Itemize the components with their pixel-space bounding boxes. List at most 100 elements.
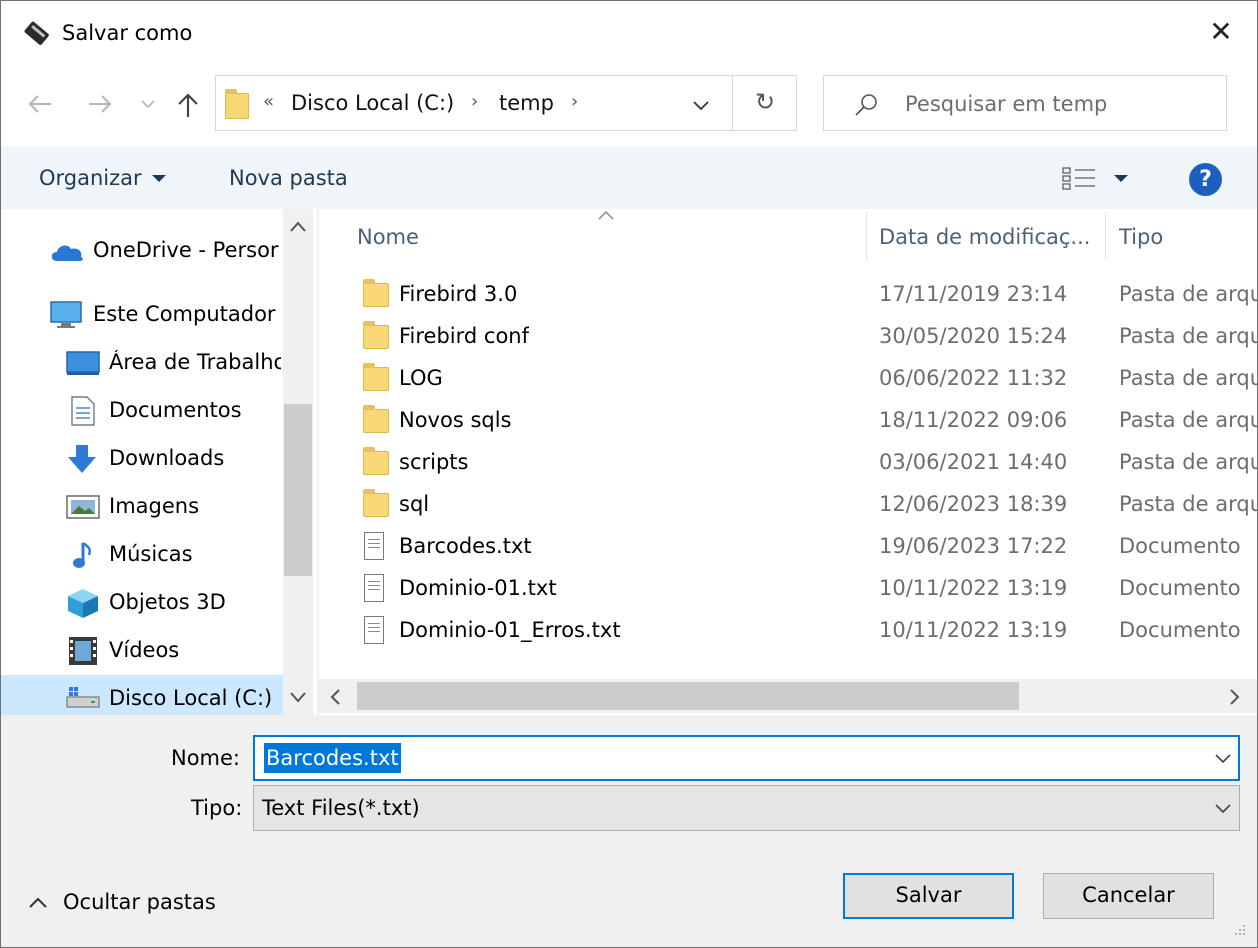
nav-item-videos[interactable]: Vídeos bbox=[109, 638, 281, 662]
file-row[interactable]: LOG 06/06/2022 11:32 Pasta de arqu bbox=[319, 357, 1257, 399]
resize-grip-icon[interactable] bbox=[1229, 921, 1249, 941]
nav-item-onedrive[interactable]: OneDrive - Persor bbox=[93, 238, 281, 262]
music-icon bbox=[73, 541, 91, 568]
scroll-right-arrow-icon[interactable] bbox=[1227, 687, 1243, 707]
app-icon bbox=[24, 21, 49, 45]
documents-icon bbox=[71, 396, 95, 426]
back-arrow-icon[interactable] bbox=[25, 91, 55, 117]
file-row[interactable]: scripts 03/06/2021 14:40 Pasta de arqu bbox=[319, 441, 1257, 483]
file-type-value: Text Files(*.txt) bbox=[262, 796, 420, 820]
text-file-icon bbox=[364, 616, 384, 644]
file-type-dropdown-chevron-icon[interactable] bbox=[1213, 802, 1233, 816]
new-folder-button[interactable]: Nova pasta bbox=[229, 166, 348, 190]
file-name-input[interactable] bbox=[253, 735, 1240, 781]
save-button[interactable]: Salvar bbox=[843, 873, 1014, 919]
column-divider[interactable] bbox=[866, 211, 867, 261]
name-label: Nome: bbox=[171, 746, 241, 770]
column-header-type[interactable]: Tipo bbox=[1119, 225, 1163, 249]
file-name: Dominio-01_Erros.txt bbox=[399, 618, 621, 642]
file-name: sql bbox=[399, 492, 430, 516]
file-date: 10/11/2022 13:19 bbox=[879, 576, 1068, 600]
file-name-dropdown-chevron-icon[interactable] bbox=[1213, 752, 1233, 766]
window-title: Salvar como bbox=[62, 21, 193, 45]
help-icon[interactable]: ? bbox=[1189, 163, 1222, 196]
videos-icon bbox=[69, 637, 97, 665]
cloud-icon bbox=[51, 245, 83, 261]
file-date: 18/11/2022 09:06 bbox=[879, 408, 1068, 432]
file-row[interactable]: Dominio-01_Erros.txt 10/11/2022 13:19 Do… bbox=[319, 609, 1257, 651]
file-row[interactable]: Dominio-01.txt 10/11/2022 13:19 Document… bbox=[319, 567, 1257, 609]
file-row[interactable]: sql 12/06/2023 18:39 Pasta de arqu bbox=[319, 483, 1257, 525]
file-row[interactable]: Barcodes.txt 19/06/2023 17:22 Documento bbox=[319, 525, 1257, 567]
desktop-icon bbox=[66, 351, 100, 375]
drive-icon bbox=[66, 687, 100, 708]
sort-ascending-icon bbox=[598, 210, 614, 220]
nav-item-este-computador[interactable]: Este Computador bbox=[93, 302, 281, 326]
file-type: Documento bbox=[1119, 618, 1241, 642]
address-dropdown-chevron-icon[interactable] bbox=[691, 99, 711, 113]
forward-arrow-icon[interactable] bbox=[85, 91, 115, 117]
file-name-value[interactable]: Barcodes.txt bbox=[264, 743, 401, 773]
scroll-up-arrow-icon[interactable] bbox=[287, 219, 309, 235]
column-divider[interactable] bbox=[1105, 211, 1106, 261]
file-date: 30/05/2020 15:24 bbox=[879, 324, 1068, 348]
scroll-down-arrow-icon[interactable] bbox=[287, 689, 309, 705]
file-name: Novos sqls bbox=[399, 408, 512, 432]
file-date: 03/06/2021 14:40 bbox=[879, 450, 1068, 474]
nav-item-objetos-3d[interactable]: Objetos 3D bbox=[109, 590, 281, 614]
nav-item-documentos[interactable]: Documentos bbox=[109, 398, 281, 422]
file-row[interactable]: Firebird conf 30/05/2020 15:24 Pasta de … bbox=[319, 315, 1257, 357]
refresh-icon[interactable]: ↻ bbox=[755, 88, 775, 116]
folder-icon bbox=[363, 279, 389, 307]
nav-item-downloads[interactable]: Downloads bbox=[109, 446, 281, 470]
navigation-scrollbar-thumb[interactable] bbox=[284, 404, 312, 576]
scroll-left-arrow-icon[interactable] bbox=[327, 687, 343, 707]
file-type: Pasta de arqu bbox=[1119, 366, 1257, 390]
computer-icon bbox=[50, 301, 82, 328]
dropdown-arrow-icon[interactable] bbox=[151, 174, 167, 184]
downloads-icon bbox=[68, 445, 96, 473]
breadcrumb-separator-icon[interactable]: › bbox=[471, 91, 478, 112]
view-dropdown-arrow-icon[interactable] bbox=[1113, 174, 1129, 184]
file-type: Pasta de arqu bbox=[1119, 408, 1257, 432]
folder-icon bbox=[363, 447, 389, 475]
column-header-name[interactable]: Nome bbox=[357, 225, 419, 249]
file-type: Documento bbox=[1119, 534, 1241, 558]
file-type: Pasta de arqu bbox=[1119, 282, 1257, 306]
file-date: 12/06/2023 18:39 bbox=[879, 492, 1068, 516]
view-options-icon[interactable] bbox=[1061, 165, 1097, 191]
horizontal-scrollbar-thumb[interactable] bbox=[357, 682, 1019, 710]
breadcrumb-disco-local[interactable]: Disco Local (C:) bbox=[291, 91, 454, 115]
organize-button[interactable]: Organizar bbox=[39, 166, 142, 190]
save-as-dialog: Salvar como ✕ « Disco Local (C:) › temp … bbox=[0, 0, 1258, 948]
breadcrumb-temp[interactable]: temp bbox=[499, 91, 554, 115]
chevron-up-icon[interactable] bbox=[27, 895, 49, 911]
close-icon[interactable]: ✕ bbox=[1206, 17, 1236, 47]
file-name: Firebird 3.0 bbox=[399, 282, 518, 306]
file-type: Documento bbox=[1119, 576, 1241, 600]
hide-folders-button[interactable]: Ocultar pastas bbox=[63, 890, 216, 914]
file-row[interactable]: Firebird 3.0 17/11/2019 23:14 Pasta de a… bbox=[319, 273, 1257, 315]
file-name: scripts bbox=[399, 450, 469, 474]
overflow-icon[interactable]: « bbox=[263, 91, 274, 112]
file-name: Firebird conf bbox=[399, 324, 530, 348]
recent-locations-chevron-icon[interactable] bbox=[139, 97, 157, 111]
nav-item-musicas[interactable]: Músicas bbox=[109, 542, 281, 566]
file-type: Pasta de arqu bbox=[1119, 450, 1257, 474]
breadcrumb-separator-icon[interactable]: › bbox=[571, 91, 578, 112]
column-header-date[interactable]: Data de modificaç... bbox=[879, 225, 1095, 249]
cancel-button[interactable]: Cancelar bbox=[1043, 873, 1214, 919]
search-input[interactable]: Pesquisar em temp bbox=[905, 92, 1107, 116]
file-type: Pasta de arqu bbox=[1119, 492, 1257, 516]
folder-icon bbox=[363, 489, 389, 517]
up-arrow-icon[interactable] bbox=[173, 90, 203, 120]
file-date: 06/06/2022 11:32 bbox=[879, 366, 1068, 390]
text-file-icon bbox=[364, 532, 384, 560]
nav-item-area-de-trabalho[interactable]: Área de Trabalho bbox=[109, 350, 281, 374]
objects3d-icon bbox=[68, 589, 98, 618]
nav-item-disco-local[interactable]: Disco Local (C:) bbox=[109, 686, 281, 710]
folder-icon bbox=[363, 363, 389, 391]
file-date: 10/11/2022 13:19 bbox=[879, 618, 1068, 642]
file-row[interactable]: Novos sqls 18/11/2022 09:06 Pasta de arq… bbox=[319, 399, 1257, 441]
nav-item-imagens[interactable]: Imagens bbox=[109, 494, 281, 518]
